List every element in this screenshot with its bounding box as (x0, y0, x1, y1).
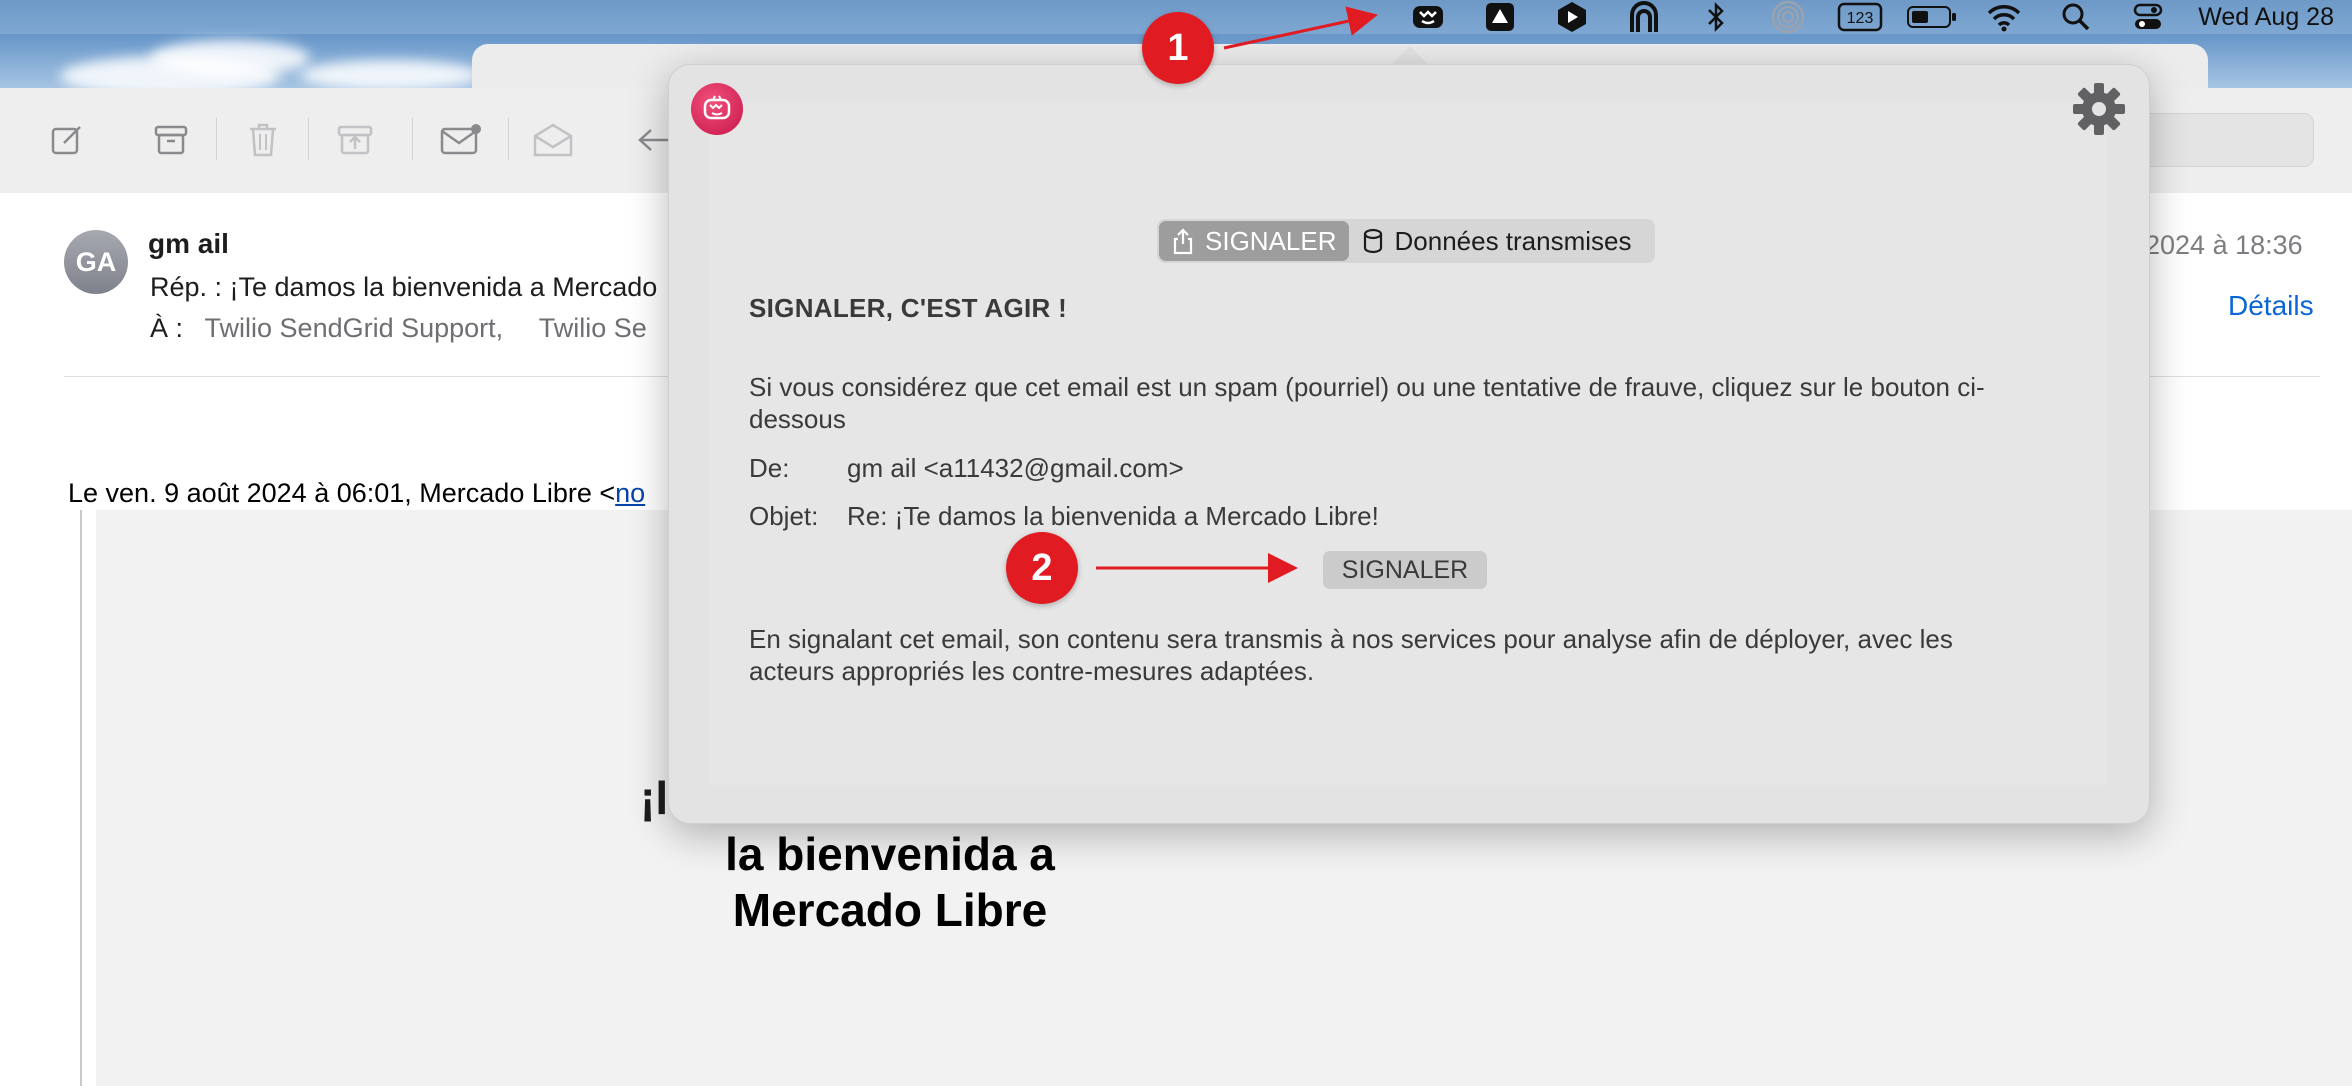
quote-sender-link[interactable]: no (615, 478, 645, 508)
annotation-step-2: 2 (1006, 532, 1078, 604)
subject-value: Re: ¡Te damos la bienvenida a Mercado Li… (847, 501, 1379, 531)
share-icon (1173, 228, 1193, 255)
open-envelope-icon[interactable] (530, 117, 576, 163)
cloud-decoration (300, 60, 480, 90)
from-label: De: (749, 453, 790, 483)
popover-tabs: SIGNALER Données transmises (1157, 219, 1655, 263)
dictionary-app-icon[interactable] (1536, 0, 1608, 34)
welcome-heading-line: la bienvenida a (725, 828, 1055, 880)
bluetooth-icon[interactable] (1680, 0, 1752, 34)
drive-icon[interactable] (1464, 0, 1536, 34)
popover-title: SIGNALER, C'EST AGIR ! (749, 293, 1068, 323)
details-link[interactable]: Détails (2228, 290, 2314, 322)
input-123-icon[interactable]: 123 (1824, 0, 1896, 34)
quote-intro: Le ven. 9 août 2024 à 06:01, Mercado Lib… (68, 478, 645, 509)
database-icon (1363, 228, 1382, 254)
subject-label: Objet: (749, 501, 819, 531)
svg-text:123: 123 (1847, 10, 1874, 27)
tab-signaler[interactable]: SIGNALER (1159, 221, 1349, 261)
tab-label: Données transmises (1394, 225, 1632, 256)
quote-bar (80, 510, 82, 1086)
recipients-line: À : Twilio SendGrid Support, Twilio Se (150, 313, 647, 344)
gear-icon[interactable] (2069, 79, 2129, 139)
control-center-icon[interactable] (2112, 0, 2184, 34)
from-value: gm ail <a11432@gmail.com> (847, 453, 1184, 483)
from-row: De: gm ail <a11432@gmail.com> (749, 453, 1184, 484)
move-to-junk-icon[interactable] (332, 117, 378, 163)
airdrop-icon[interactable] (1752, 0, 1824, 34)
message-subject: Rép. : ¡Te damos la bienvenida a Mercado (150, 272, 658, 302)
to-label: À : (150, 313, 184, 343)
annotation-step-1: 1 (1142, 12, 1214, 84)
report-popover: SIGNALER Données transmises SIGNALER, C'… (668, 64, 2150, 824)
subject-row: Objet: Re: ¡Te damos la bienvenida a Merc… (749, 501, 1379, 532)
report-button[interactable]: SIGNALER (1323, 551, 1487, 589)
battery-icon[interactable] (1896, 0, 1968, 34)
recipient-chip[interactable]: Twilio SendGrid Support, (205, 313, 504, 343)
tab-label: SIGNALER (1205, 225, 1337, 256)
menu-bar-clock[interactable]: Wed Aug 28 (2198, 3, 2334, 32)
spotlight-search-icon[interactable] (2040, 0, 2112, 34)
message-date: t 2024 à 18:36 (2130, 230, 2303, 260)
mark-unread-icon[interactable] (438, 117, 484, 163)
cyber-report-app-icon[interactable] (1392, 0, 1464, 34)
welcome-heading-line: Mercado Libre (732, 884, 1048, 936)
quote-intro-text: Le ven. 9 août 2024 à 06:01, Mercado Lib… (68, 478, 616, 508)
archive-icon[interactable] (148, 117, 194, 163)
trash-icon[interactable] (240, 117, 286, 163)
popover-description: Si vous considérez que cet email est un … (749, 372, 1985, 434)
avatar: GA (64, 230, 128, 294)
compose-icon[interactable] (44, 117, 90, 163)
app-logo-icon (691, 83, 743, 135)
popover-pointer (1390, 46, 1430, 66)
recipient-chip[interactable]: Twilio Se (539, 313, 647, 343)
wifi-icon[interactable] (1968, 0, 2040, 34)
toolbar-separator (308, 118, 309, 160)
toolbar-separator (216, 118, 217, 160)
sender-name: gm ail (148, 228, 229, 259)
tab-donnees-transmises[interactable]: Données transmises (1349, 221, 1644, 261)
toolbar-separator (412, 118, 413, 160)
toolbar-separator (508, 118, 509, 160)
popover-footer: En signalant cet email, son contenu sera… (749, 624, 1953, 686)
cloud-decoration (150, 40, 310, 76)
vpn-icon[interactable] (1608, 0, 1680, 34)
